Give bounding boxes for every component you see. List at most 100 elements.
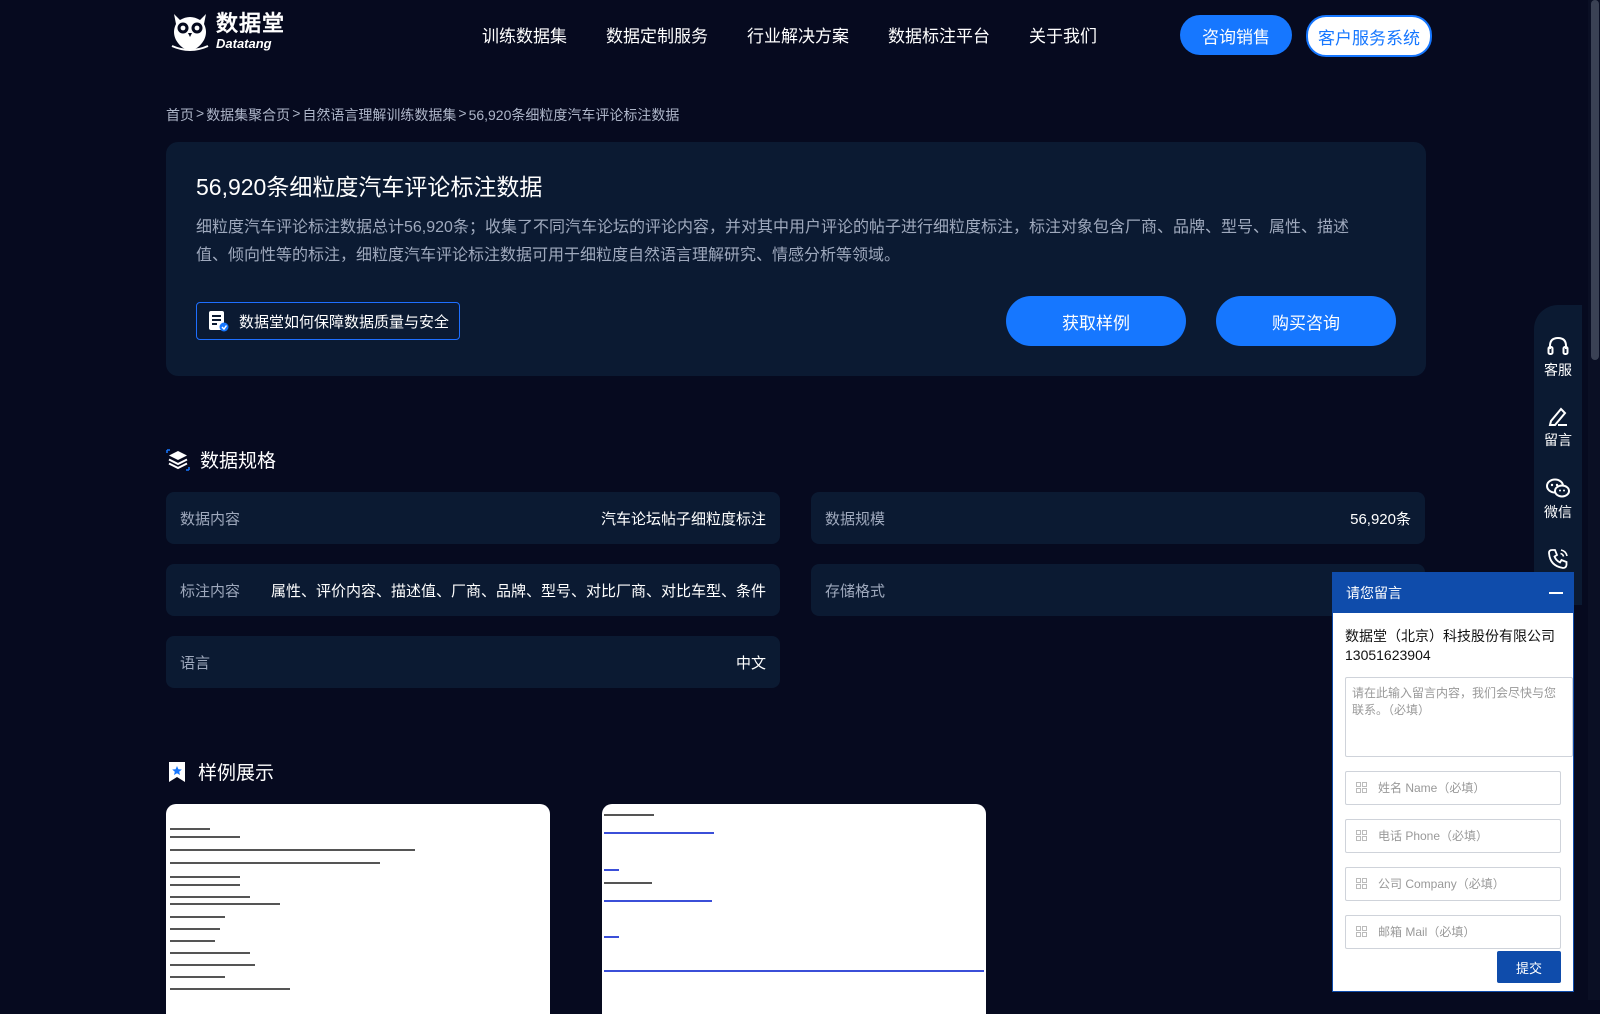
breadcrumb-datasets[interactable]: 数据集聚合页 (206, 105, 290, 125)
nav-custom-data-service[interactable]: 数据定制服务 (606, 22, 708, 47)
sample-text-line (170, 903, 280, 905)
nav-industry-solutions[interactable]: 行业解决方案 (747, 22, 849, 47)
sample-image-1[interactable] (166, 804, 550, 1014)
sample-text-line (170, 849, 415, 851)
logo-text: 数据堂 Datatang (216, 10, 286, 51)
spec-row: 数据内容 汽车论坛帖子细粒度标注 (166, 492, 780, 544)
main-nav: 训练数据集 数据定制服务 行业解决方案 数据标注平台 关于我们 (482, 22, 1136, 47)
dataset-description: 细粒度汽车评论标注数据总计56,920条；收集了不同汽车论坛的评论内容，并对其中… (196, 219, 1349, 264)
nav-about-us[interactable]: 关于我们 (1029, 22, 1097, 47)
phone-field[interactable] (1345, 819, 1561, 853)
sample-text-line (170, 884, 240, 886)
sample-text-line (604, 936, 619, 938)
spec-value: 中文 (735, 654, 766, 672)
spec-section-title: 数据规格 (200, 451, 277, 472)
sample-text-line (604, 882, 652, 884)
wechat-icon (1546, 478, 1570, 498)
site-logo[interactable]: 数据堂 Datatang (168, 8, 285, 54)
sample-section-header: 样例展示 (166, 758, 274, 785)
widget-header: 请您留言 (1333, 573, 1573, 613)
name-field[interactable] (1345, 771, 1561, 805)
sample-text-line (170, 828, 210, 830)
toolbar-label: 留言 (1544, 432, 1572, 448)
breadcrumb-separator: > (196, 105, 205, 121)
breadcrumb: 首页 > 数据集聚合页 > 自然语言理解训练数据集 > 56,920条细粒度汽车… (166, 105, 679, 125)
leave-message-widget: 请您留言 数据堂（北京）科技股份有限公司 13051623904 请在此输入留言… (1332, 572, 1574, 992)
breadcrumb-nlu-datasets[interactable]: 自然语言理解训练数据集 (302, 105, 456, 125)
sample-text-line (170, 940, 215, 942)
customer-service-button[interactable]: 客户服务系统 (1306, 15, 1432, 57)
nav-annotation-platform[interactable]: 数据标注平台 (888, 22, 990, 47)
toolbar-wechat[interactable]: 微信 (1534, 477, 1582, 522)
widget-title: 请您留言 (1346, 585, 1402, 601)
spec-value: 汽车论坛帖子细粒度标注 (600, 510, 766, 528)
sample-text-line (604, 869, 619, 871)
widget-phone-number: 13051623904 (1345, 647, 1431, 663)
email-field[interactable] (1345, 915, 1561, 949)
email-input[interactable] (1376, 916, 1560, 948)
data-quality-link[interactable]: 数据堂如何保障数据质量与安全 (196, 302, 460, 340)
floating-toolbar: 客服 留言 微信 (1534, 305, 1582, 605)
spec-row: 数据规模 56,920条 (811, 492, 1425, 544)
data-quality-label: 数据堂如何保障数据质量与安全 (239, 313, 450, 331)
spec-label: 数据规模 (825, 510, 886, 528)
site-header: 数据堂 Datatang 训练数据集 数据定制服务 行业解决方案 数据标注平台 … (0, 0, 1600, 72)
grid-icon (1356, 830, 1367, 841)
document-shield-icon (209, 311, 229, 332)
sample-text-line (170, 862, 380, 864)
pen-icon (1548, 407, 1567, 426)
toolbar-phone[interactable] (1534, 547, 1582, 574)
sample-image-2[interactable] (602, 804, 986, 1014)
bookmark-star-icon (169, 761, 185, 782)
sample-section-title: 样例展示 (198, 763, 275, 784)
phone-input[interactable] (1376, 820, 1560, 852)
sample-text-line (170, 836, 240, 838)
grid-icon (1356, 782, 1367, 793)
toolbar-leave-message[interactable]: 留言 (1534, 405, 1582, 450)
sample-text-line (170, 988, 290, 990)
sample-text-line (170, 896, 250, 898)
submit-button[interactable]: 提交 (1497, 951, 1561, 983)
widget-contact-info: 数据堂（北京）科技股份有限公司 13051623904 (1345, 627, 1573, 665)
toolbar-label: 客服 (1544, 362, 1572, 378)
spec-label: 存储格式 (825, 582, 886, 600)
sample-text-line (170, 976, 225, 978)
grid-icon (1356, 926, 1367, 937)
spec-value: 属性、评价内容、描述值、厂商、品牌、型号、对比厂商、对比车型、条件 (270, 582, 766, 600)
toolbar-label: 微信 (1544, 504, 1572, 520)
logo-en: Datatang (216, 35, 272, 51)
owl-logo-icon (171, 14, 209, 51)
sample-text-line (170, 952, 250, 954)
sample-text-line (170, 928, 220, 930)
breadcrumb-current: 56,920条细粒度汽车评论标注数据 (468, 107, 680, 123)
breadcrumb-separator: > (292, 105, 301, 121)
spec-label: 数据内容 (180, 510, 241, 528)
minimize-icon[interactable] (1549, 592, 1563, 594)
company-input[interactable] (1376, 868, 1560, 900)
logo-cn: 数据堂 (216, 10, 286, 36)
spec-row: 标注内容 属性、评价内容、描述值、厂商、品牌、型号、对比厂商、对比车型、条件 (166, 564, 780, 616)
grid-icon (1356, 878, 1367, 889)
breadcrumb-home[interactable]: 首页 (166, 105, 194, 125)
scrollbar-thumb[interactable] (1591, 0, 1599, 360)
spec-row: 语言 中文 (166, 636, 780, 688)
sample-text-line (604, 900, 712, 902)
spec-label: 语言 (180, 654, 211, 672)
message-textarea[interactable] (1345, 677, 1573, 757)
name-input[interactable] (1376, 772, 1560, 804)
nav-training-datasets[interactable]: 训练数据集 (482, 22, 567, 47)
page-title: 56,920条细粒度汽车评论标注数据 (196, 174, 543, 200)
sample-text-line (604, 832, 714, 834)
phone-icon (1548, 549, 1568, 569)
purchase-inquiry-button[interactable]: 购买咨询 (1216, 296, 1396, 346)
sample-text-line (170, 876, 240, 878)
headset-icon (1547, 336, 1569, 355)
spec-label: 标注内容 (180, 582, 241, 600)
contact-sales-button[interactable]: 咨询销售 (1180, 15, 1292, 55)
toolbar-customer-service[interactable]: 客服 (1534, 335, 1582, 380)
layers-icon (166, 448, 190, 471)
spec-value: 56,920条 (1350, 510, 1411, 528)
get-sample-button[interactable]: 获取样例 (1006, 296, 1186, 346)
company-field[interactable] (1345, 867, 1561, 901)
sample-text-line (604, 970, 984, 972)
